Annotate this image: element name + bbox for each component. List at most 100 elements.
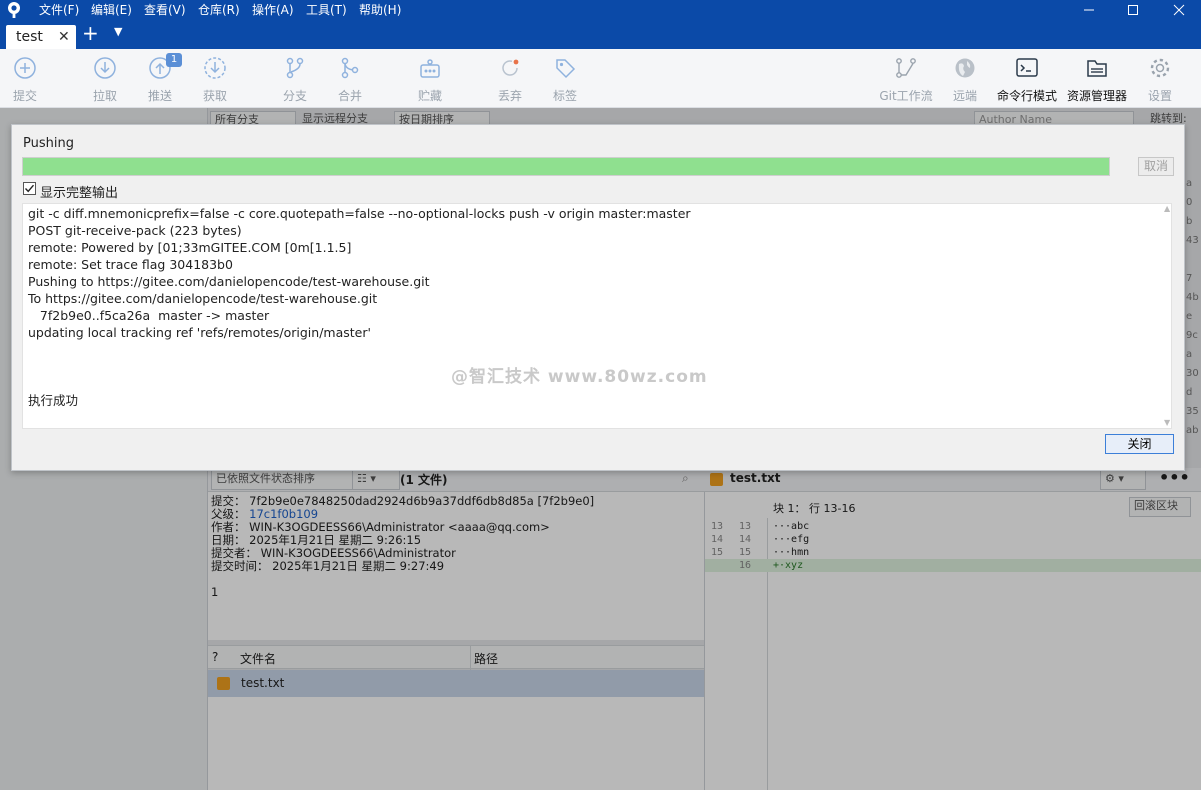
push-progress-dialog: Pushing 取消 显示完整输出 git -c diff.mnemonicpr… [11, 124, 1185, 471]
gitflow-button[interactable]: Git工作流 [876, 53, 936, 105]
close-button[interactable]: 关闭 [1105, 434, 1174, 454]
commit-list-edge-text: 9c [1186, 330, 1198, 341]
commit-list-edge-text: ab [1186, 425, 1199, 436]
watermark: @智汇技术 www.80wz.com [451, 367, 708, 387]
progress-fill [23, 158, 1109, 175]
stash-label: 贮藏 [417, 89, 442, 103]
dialog-title: Pushing [23, 136, 74, 151]
tab-test[interactable]: test ✕ [6, 25, 76, 49]
tab-list-dropdown-icon[interactable]: ▼ [114, 25, 122, 38]
menu-tools[interactable]: 工具(T) [306, 2, 347, 18]
commit-list-edge-text: 4b [1186, 292, 1199, 303]
gitflow-label: Git工作流 [879, 89, 933, 103]
scroll-down-icon[interactable]: ▼ [1164, 418, 1170, 427]
pull-button[interactable]: 拉取 [75, 53, 135, 105]
commit-list-edge-text: e [1186, 311, 1193, 322]
tag-icon [556, 59, 576, 79]
settings-label: 设置 [1147, 89, 1172, 103]
commit-list-edge-text: 43 [1186, 235, 1199, 246]
globe-icon [955, 58, 975, 78]
terminal-button[interactable]: 命令行模式 [997, 53, 1057, 105]
add-tab-icon[interactable]: + [82, 23, 99, 43]
commit-icon [14, 57, 36, 79]
cancel-button[interactable]: 取消 [1138, 157, 1174, 176]
maximize-icon [1128, 5, 1138, 15]
output-line: Pushing to https://gitee.com/danielopenc… [28, 274, 430, 289]
menu-file[interactable]: 文件(F) [39, 2, 79, 18]
tab-bar: test ✕ + ▼ [0, 20, 1201, 49]
tag-button[interactable]: 标签 [535, 53, 595, 105]
output-line: To https://gitee.com/danielopencode/test… [28, 291, 378, 306]
stash-icon [420, 59, 440, 78]
commit-list-edge-text: 0 [1186, 197, 1193, 208]
terminal-label: 命令行模式 [997, 89, 1058, 103]
menu-view[interactable]: 查看(V) [144, 2, 186, 18]
commit-list-edge-text: 35 [1186, 406, 1199, 417]
menu-help[interactable]: 帮助(H) [359, 2, 401, 18]
merge-button[interactable]: 合并 [320, 53, 380, 105]
pull-label: 拉取 [92, 89, 117, 103]
fetch-button[interactable]: 获取 [185, 53, 245, 105]
commit-list-edge-text: 7 [1186, 273, 1193, 284]
tab-close-icon[interactable]: ✕ [58, 29, 70, 45]
remote-label: 远端 [952, 89, 977, 103]
menu-edit[interactable]: 编辑(E) [91, 2, 132, 18]
merge-icon [341, 57, 359, 79]
menu-actions[interactable]: 操作(A) [252, 2, 294, 18]
fetch-label: 获取 [202, 89, 227, 103]
progress-bar [22, 157, 1110, 176]
branch-icon [286, 57, 304, 79]
minimize-button[interactable] [1069, 0, 1109, 20]
pull-icon [94, 57, 116, 79]
commit-list-edge: a 0 b 43 7 4b e 9c a 30 d 35 ab [1186, 178, 1201, 448]
success-message: 执行成功 [28, 393, 79, 408]
discard-button[interactable]: 丢弃 [480, 53, 540, 105]
branch-label: 分支 [282, 89, 307, 103]
scroll-up-icon[interactable]: ▲ [1164, 204, 1170, 213]
output-line: updating local tracking ref 'refs/remote… [28, 325, 371, 340]
discard-icon [502, 59, 519, 76]
gear-icon [1150, 58, 1170, 78]
title-bar: 文件(F) 编辑(E) 查看(V) 仓库(R) 操作(A) 工具(T) 帮助(H… [0, 0, 1201, 20]
close-window-button[interactable] [1159, 0, 1199, 20]
tag-label: 标签 [552, 89, 577, 103]
discard-label: 丢弃 [497, 89, 522, 103]
explorer-button[interactable]: 资源管理器 [1067, 53, 1127, 105]
output-line: git -c diff.mnemonicprefix=false -c core… [28, 206, 691, 221]
checkmark-icon [24, 184, 35, 193]
gitflow-icon [896, 58, 916, 78]
push-label: 推送 [147, 89, 172, 103]
output-line: POST git-receive-pack (223 bytes) [28, 223, 242, 238]
folder-icon [1087, 60, 1107, 77]
branch-button[interactable]: 分支 [265, 53, 325, 105]
output-line: 7f2b9e0..f5ca26a master -> master [28, 308, 270, 323]
close-icon [1173, 4, 1185, 16]
commit-button[interactable]: 提交 [0, 53, 55, 105]
output-line: remote: Set trace flag 304183b0 [28, 257, 233, 272]
commit-list-edge-text: b [1186, 216, 1193, 227]
commit-list-edge-text: a [1186, 349, 1193, 360]
fetch-icon [204, 57, 226, 79]
commit-list-edge-text: a [1186, 178, 1193, 189]
menu-repository[interactable]: 仓库(R) [198, 2, 240, 18]
explorer-label: 资源管理器 [1067, 89, 1128, 103]
toolbar: 提交 拉取 推送 1 获取 分支 合并 贮藏 丢弃 标签 Git工作流 远端 命… [0, 49, 1201, 108]
push-count-badge: 1 [166, 53, 182, 67]
commit-label: 提交 [12, 89, 37, 103]
show-full-output-checkbox[interactable] [23, 182, 36, 195]
settings-button[interactable]: 设置 [1130, 53, 1190, 105]
output-line: remote: Powered by [01;33mGITEE.COM [0m[… [28, 240, 352, 255]
tab-label: test [16, 29, 43, 45]
stash-button[interactable]: 贮藏 [400, 53, 460, 105]
merge-label: 合并 [337, 89, 362, 103]
commit-list-edge-text: 30 [1186, 368, 1199, 379]
output-scrollbar[interactable]: ▲ ▼ [1163, 204, 1171, 428]
maximize-button[interactable] [1113, 0, 1153, 20]
remote-button[interactable]: 远端 [935, 53, 995, 105]
commit-list-edge-text: d [1186, 387, 1193, 398]
terminal-icon [1016, 58, 1038, 77]
command-output[interactable]: git -c diff.mnemonicprefix=false -c core… [22, 203, 1172, 429]
show-full-output-label[interactable]: 显示完整输出 [40, 182, 118, 201]
minimize-icon [1084, 9, 1094, 11]
sourcetree-logo-icon [8, 2, 20, 18]
